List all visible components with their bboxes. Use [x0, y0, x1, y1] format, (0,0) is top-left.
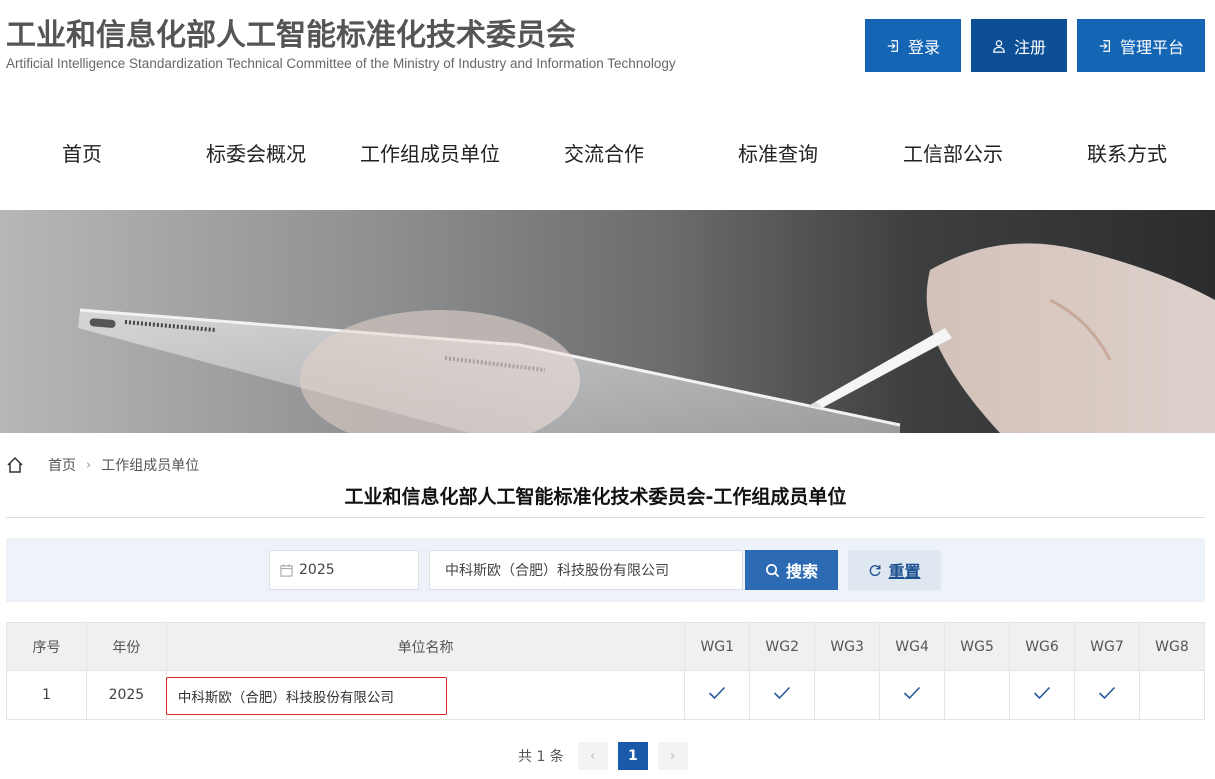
- col-header-wg6: WG6: [1009, 622, 1075, 671]
- page-button-current[interactable]: 1: [617, 742, 648, 770]
- page-title-text: 工业和信息化部人工智能标准化技术委员会-工作组成员单位: [344, 486, 847, 508]
- org-title: 工业和信息化部人工智能标准化技术委员会: [6, 18, 576, 53]
- nav-item-overview[interactable]: 标委会概况: [206, 138, 306, 167]
- nav-item-home[interactable]: 首页: [62, 138, 102, 167]
- cell-wg1: [684, 670, 751, 720]
- cell-year: 2025: [85, 670, 167, 720]
- search-icon: [766, 563, 780, 577]
- nav-item-announcements[interactable]: 工信部公示: [903, 138, 1003, 167]
- check-icon: [709, 686, 726, 700]
- org-subtitle: Artificial Intelligence Standardization …: [6, 56, 676, 71]
- table-header-row: 序号 年份 单位名称 WG1 WG2 WG3 WG4 WG5 WG6 WG7 W…: [6, 622, 1206, 671]
- check-icon: [774, 686, 791, 700]
- col-header-wg1: WG1: [684, 622, 751, 671]
- cell-wg8: [1138, 670, 1206, 720]
- cell-wg2: [749, 670, 816, 720]
- nav-item-contact[interactable]: 联系方式: [1087, 138, 1167, 167]
- col-header-wg2: WG2: [749, 622, 816, 671]
- hero-banner: [0, 210, 1215, 433]
- reset-label: 重置: [888, 562, 921, 581]
- site-header: 工业和信息化部人工智能标准化技术委员会 Artificial Intellige…: [0, 0, 1215, 90]
- nav-item-cooperation[interactable]: 交流合作: [564, 138, 644, 167]
- cell-wg5: [944, 670, 1011, 720]
- refresh-icon: [870, 565, 881, 577]
- col-header-wg7: WG7: [1073, 622, 1140, 671]
- login-icon: [1099, 39, 1110, 52]
- year-value: 2025: [299, 562, 335, 578]
- login-icon: [887, 39, 898, 52]
- tablet-pen-illustration: [78, 243, 1215, 433]
- calendar-icon: [280, 563, 293, 577]
- col-header-year: 年份: [85, 622, 167, 671]
- year-picker[interactable]: 2025: [269, 550, 419, 590]
- prev-page-button[interactable]: ‹: [577, 742, 608, 770]
- breadcrumb: 首页 › 工作组成员单位: [6, 455, 199, 475]
- home-icon[interactable]: [6, 456, 24, 474]
- register-label: 注册: [1013, 37, 1046, 57]
- check-icon: [1033, 686, 1051, 700]
- col-header-name: 单位名称: [165, 622, 686, 671]
- col-header-wg3: WG3: [814, 622, 881, 671]
- cell-wg3: [814, 670, 881, 720]
- col-header-wg8: WG8: [1138, 622, 1206, 671]
- cell-company-name: 中科斯欧（合肥）科技股份有限公司: [165, 670, 686, 720]
- members-table: 序号 年份 单位名称 WG1 WG2 WG3 WG4 WG5 WG6 WG7 W…: [6, 622, 1206, 720]
- chevron-left-icon: ‹: [590, 748, 596, 764]
- check-icon: [1098, 686, 1116, 700]
- admin-platform-label: 管理平台: [1119, 37, 1184, 57]
- pagination: 共 1 条 ‹ 1 ›: [518, 741, 698, 771]
- search-panel: 2025 搜索 重置: [6, 538, 1205, 602]
- col-header-wg5: WG5: [944, 622, 1011, 671]
- register-button[interactable]: 注册: [971, 19, 1067, 72]
- cell-wg7: [1073, 670, 1140, 720]
- login-button[interactable]: 登录: [865, 19, 961, 72]
- cell-wg6: [1009, 670, 1075, 720]
- breadcrumb-current: 工作组成员单位: [101, 458, 200, 474]
- chevron-right-icon: ›: [86, 457, 92, 473]
- divider: [6, 517, 1205, 518]
- chevron-right-icon: ›: [670, 748, 676, 764]
- col-header-wg4: WG4: [879, 622, 946, 671]
- cell-wg4: [879, 670, 946, 720]
- pagination-total: 共 1 条: [518, 749, 564, 765]
- login-label: 登录: [907, 37, 940, 57]
- cell-index: 1: [6, 670, 87, 720]
- next-page-button[interactable]: ›: [657, 742, 688, 770]
- col-header-index: 序号: [6, 622, 87, 671]
- reset-button[interactable]: 重置: [848, 550, 941, 590]
- page-title: 工业和信息化部人工智能标准化技术委员会-工作组成员单位: [0, 482, 1215, 509]
- check-icon: [904, 686, 921, 700]
- table-row: 1 2025 中科斯欧（合肥）科技股份有限公司: [6, 670, 1206, 720]
- user-icon: [993, 39, 1005, 53]
- breadcrumb-home[interactable]: 首页: [48, 455, 76, 475]
- highlighted-company-name: 中科斯欧（合肥）科技股份有限公司: [165, 677, 447, 715]
- main-nav: 首页 标委会概况 工作组成员单位 交流合作 标准查询 工信部公示 联系方式: [0, 138, 1215, 182]
- nav-item-standards[interactable]: 标准查询: [738, 138, 818, 167]
- search-label: 搜索: [785, 562, 818, 581]
- company-name-input[interactable]: [429, 550, 743, 590]
- admin-platform-button[interactable]: 管理平台: [1077, 19, 1205, 72]
- nav-item-members[interactable]: 工作组成员单位: [360, 138, 500, 167]
- search-button[interactable]: 搜索: [745, 550, 838, 590]
